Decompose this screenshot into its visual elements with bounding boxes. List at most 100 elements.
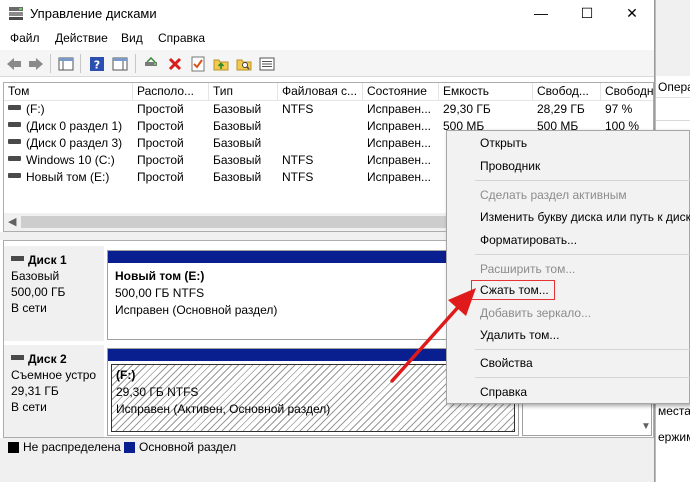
menu-item-explorer[interactable]: Проводник	[480, 159, 540, 173]
volume-icon	[8, 105, 21, 110]
layout-cell: Простой	[137, 102, 184, 116]
menu-file[interactable]: Файл	[10, 31, 40, 45]
menu-help[interactable]: Справка	[158, 31, 205, 45]
menu-view[interactable]: Вид	[121, 31, 143, 45]
close-button[interactable]: ✕	[609, 0, 655, 27]
list-view-icon[interactable]	[258, 55, 276, 73]
column-header-free-percent[interactable]: Свободн	[601, 83, 653, 101]
layout-cell: Простой	[137, 170, 184, 184]
layout-cell: Простой	[137, 153, 184, 167]
column-header-capacity[interactable]: Емкость	[439, 83, 533, 101]
menu-item-format[interactable]: Форматировать...	[480, 233, 577, 247]
layout-cell: Простой	[137, 119, 184, 133]
menu-item-shrink-volume[interactable]: Сжать том...	[480, 283, 549, 297]
column-header-type[interactable]: Тип	[209, 83, 278, 101]
free-space-cell: 28,29 ГБ	[537, 102, 585, 116]
column-header-volume[interactable]: Том	[4, 83, 133, 101]
type-cell: Базовый	[213, 102, 262, 116]
search-folder-icon[interactable]	[235, 55, 253, 73]
menu-separator	[475, 180, 690, 181]
filesystem-cell: NTFS	[282, 153, 314, 167]
maximize-button[interactable]: ☐	[564, 0, 610, 27]
menu-item-delete-volume[interactable]: Удалить том...	[480, 328, 559, 342]
delete-icon[interactable]	[166, 55, 184, 73]
disk-status: В сети	[11, 400, 47, 414]
volume-icon	[8, 139, 21, 144]
console-tree-icon[interactable]	[57, 55, 75, 73]
background-window-text: ержим	[658, 430, 690, 444]
filesystem-cell	[278, 135, 363, 152]
toolbar-separator	[135, 54, 136, 73]
menu-item-open[interactable]: Открыть	[480, 136, 527, 150]
disk-status: В сети	[11, 301, 47, 315]
menu-bar: Файл Действие Вид Справка	[0, 27, 654, 50]
unallocated-swatch	[8, 442, 19, 453]
disk-icon	[11, 256, 24, 261]
column-header-layout[interactable]: Располо...	[133, 83, 209, 101]
volume-icon	[8, 122, 21, 127]
volume-cell: (Диск 0 раздел 3)	[4, 135, 133, 152]
disk-1-label[interactable]: Диск 1 Базовый 500,00 ГБ В сети	[4, 246, 104, 341]
background-window-divider	[656, 120, 690, 121]
menu-item-mark-active: Сделать раздел активным	[480, 188, 627, 202]
layout-cell: Простой	[137, 136, 184, 150]
menu-item-change-drive-letter[interactable]: Изменить букву диска или путь к диску...	[480, 210, 690, 224]
disk-icon	[11, 355, 24, 360]
status-cell: Исправен...	[367, 170, 432, 184]
disk-type: Съемное устро	[11, 368, 97, 382]
disk-type: Базовый	[11, 269, 60, 283]
background-window-text: места	[658, 404, 690, 418]
disk-name: Диск 2	[28, 352, 67, 366]
forward-arrow-icon[interactable]	[27, 55, 45, 73]
scroll-left-icon[interactable]: ◀	[8, 215, 16, 228]
status-cell: Исправен...	[367, 119, 432, 133]
status-cell: Исправен...	[367, 102, 432, 116]
column-header-status[interactable]: Состояние	[363, 83, 439, 101]
title-bar: Управление дисками — ☐ ✕	[0, 0, 654, 27]
status-cell: Исправен...	[367, 153, 432, 167]
volume-cell: (Диск 0 раздел 1)	[4, 118, 133, 135]
type-cell: Базовый	[213, 153, 262, 167]
menu-separator	[475, 254, 690, 255]
column-header-free-space[interactable]: Свобод...	[533, 83, 601, 101]
filesystem-cell: NTFS	[282, 102, 314, 116]
connect-drive-icon[interactable]	[142, 55, 160, 73]
scrollbar-thumb[interactable]	[21, 216, 451, 228]
free-percent-cell: 97 %	[605, 102, 633, 116]
filesystem-cell: NTFS	[282, 170, 314, 184]
legend-primary-partition: Основной раздел	[139, 440, 237, 454]
folder-up-icon[interactable]	[212, 55, 230, 73]
toolbar-separator	[80, 54, 81, 73]
menu-separator	[475, 349, 690, 350]
volume-cell: Новый том (E:)	[4, 169, 133, 186]
column-header-filesystem[interactable]: Файловая с...	[278, 83, 363, 101]
properties-panel-icon[interactable]	[111, 55, 129, 73]
disk-name: Диск 1	[28, 253, 67, 267]
toolbar: ?	[0, 50, 654, 77]
toolbar-separator	[50, 54, 51, 73]
menu-item-help[interactable]: Справка	[480, 385, 527, 399]
background-window-toolbar	[656, 0, 690, 76]
status-cell: Исправен...	[367, 136, 432, 150]
svg-text:?: ?	[94, 59, 100, 72]
checklist-icon[interactable]	[189, 55, 207, 73]
volume-icon	[8, 156, 21, 161]
disk-2-label[interactable]: Диск 2 Съемное устро 29,31 ГБ В сети	[4, 345, 104, 437]
type-cell: Базовый	[213, 170, 262, 184]
background-window-header: Операции	[656, 76, 690, 98]
help-icon[interactable]: ?	[88, 55, 106, 73]
minimize-button[interactable]: —	[518, 0, 564, 27]
disk-management-icon	[9, 7, 23, 20]
table-row[interactable]: (F:) Простой Базовый NTFS Исправен... 29…	[4, 101, 653, 118]
menu-action[interactable]: Действие	[55, 31, 108, 45]
menu-item-extend-volume: Расширить том...	[480, 262, 576, 276]
menu-item-add-mirror: Добавить зеркало...	[480, 306, 592, 320]
filesystem-cell	[278, 118, 363, 135]
back-arrow-icon[interactable]	[5, 55, 23, 73]
disk-size: 500,00 ГБ	[11, 285, 66, 299]
menu-item-properties[interactable]: Свойства	[480, 356, 533, 370]
scroll-down-icon[interactable]: ▼	[641, 421, 651, 432]
legend-bar: Не распределена Основной раздел	[0, 438, 654, 482]
legend-unallocated: Не распределена	[23, 440, 121, 454]
volume-cell: Windows 10 (C:)	[4, 152, 133, 169]
